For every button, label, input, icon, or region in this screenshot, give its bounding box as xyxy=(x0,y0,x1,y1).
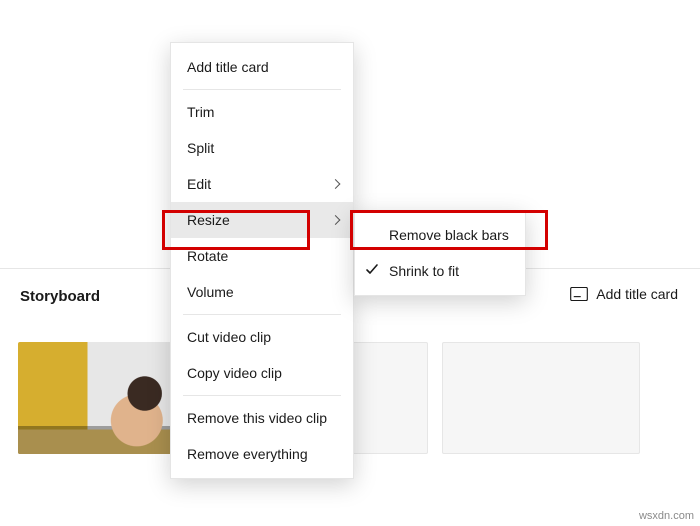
menu-separator xyxy=(183,89,341,90)
filmstrip-icon xyxy=(26,434,42,446)
menu-resize[interactable]: Resize xyxy=(171,202,353,238)
menu-item-label: Add title card xyxy=(187,59,269,75)
menu-remove-clip[interactable]: Remove this video clip xyxy=(171,400,353,436)
submenu-item-label: Remove black bars xyxy=(389,227,509,243)
menu-item-label: Resize xyxy=(187,212,230,228)
menu-separator xyxy=(183,395,341,396)
menu-cut-clip[interactable]: Cut video clip xyxy=(171,319,353,355)
menu-split[interactable]: Split xyxy=(171,130,353,166)
menu-item-label: Rotate xyxy=(187,248,228,264)
submenu-shrink-to-fit[interactable]: Shrink to fit xyxy=(355,253,525,289)
menu-item-label: Split xyxy=(187,140,214,156)
menu-item-label: Remove everything xyxy=(187,446,308,462)
menu-trim[interactable]: Trim xyxy=(171,94,353,130)
check-icon xyxy=(365,263,379,280)
menu-copy-clip[interactable]: Copy video clip xyxy=(171,355,353,391)
submenu-remove-black-bars[interactable]: Remove black bars xyxy=(355,217,525,253)
menu-item-label: Edit xyxy=(187,176,211,192)
menu-item-label: Trim xyxy=(187,104,214,120)
submenu-item-label: Shrink to fit xyxy=(389,263,459,279)
storyboard-heading: Storyboard xyxy=(20,288,100,305)
add-title-card-label: Add title card xyxy=(596,286,678,302)
menu-edit[interactable]: Edit xyxy=(171,166,353,202)
title-card-icon xyxy=(570,287,588,301)
clip-duration: 9:13 xyxy=(48,432,75,448)
context-menu: Add title card Trim Split Edit Resize Ro… xyxy=(170,42,354,479)
menu-item-label: Copy video clip xyxy=(187,365,282,381)
empty-clip-slot[interactable] xyxy=(442,342,640,454)
add-title-card-button[interactable]: Add title card xyxy=(570,286,678,302)
menu-rotate[interactable]: Rotate xyxy=(171,238,353,274)
menu-item-label: Cut video clip xyxy=(187,329,271,345)
menu-volume[interactable]: Volume xyxy=(171,274,353,310)
menu-separator xyxy=(183,314,341,315)
menu-remove-everything[interactable]: Remove everything xyxy=(171,436,353,472)
menu-add-title-card[interactable]: Add title card xyxy=(171,49,353,85)
menu-item-label: Remove this video clip xyxy=(187,410,327,426)
watermark: wsxdn.com xyxy=(639,510,694,522)
resize-submenu: Remove black bars Shrink to fit xyxy=(354,210,526,296)
menu-item-label: Volume xyxy=(187,284,234,300)
